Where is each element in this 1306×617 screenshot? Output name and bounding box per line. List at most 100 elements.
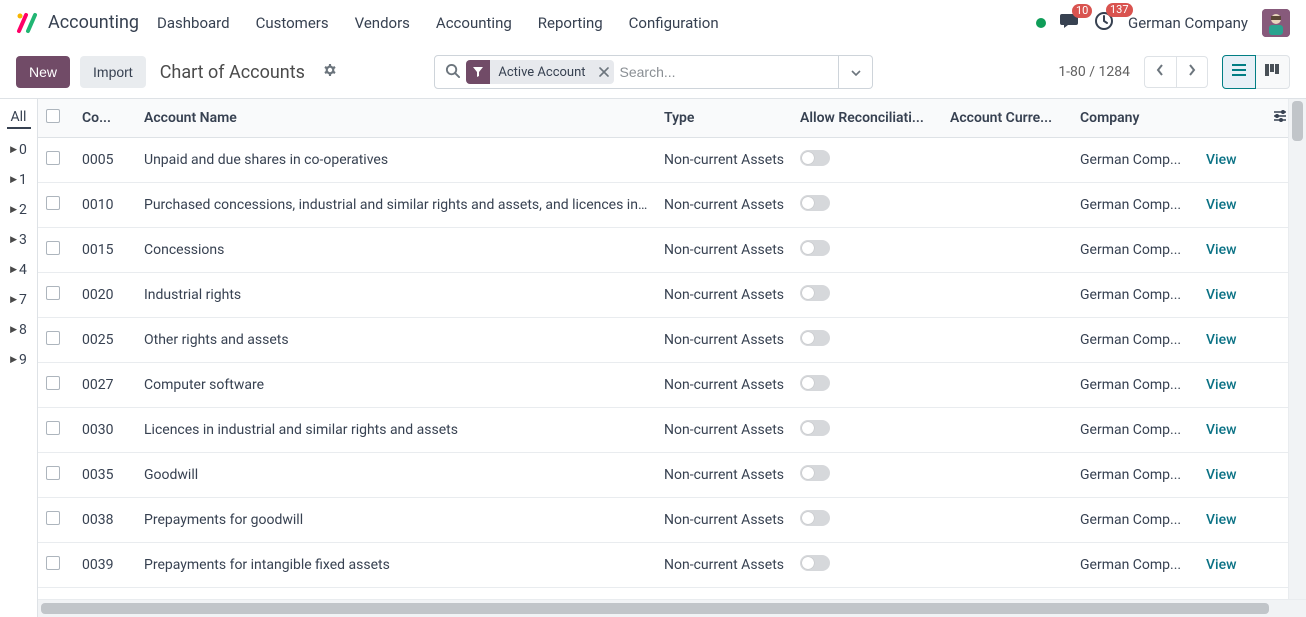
sidebar-all[interactable]: All bbox=[7, 105, 31, 129]
checkbox-icon[interactable] bbox=[46, 376, 60, 390]
reconciliation-toggle[interactable] bbox=[800, 285, 830, 301]
pager-text[interactable]: 1-80 / 1284 bbox=[1058, 64, 1130, 80]
reconciliation-toggle[interactable] bbox=[800, 195, 830, 211]
vertical-scrollbar[interactable] bbox=[1288, 99, 1306, 599]
row-checkbox[interactable] bbox=[38, 588, 74, 600]
activities-button[interactable]: 137 bbox=[1094, 11, 1114, 35]
view-link[interactable]: View bbox=[1206, 422, 1237, 438]
checkbox-icon[interactable] bbox=[46, 151, 60, 165]
reconciliation-toggle[interactable] bbox=[800, 465, 830, 481]
list-view-button[interactable] bbox=[1222, 55, 1256, 89]
row-checkbox[interactable] bbox=[38, 498, 74, 543]
cell-spacer bbox=[1264, 408, 1288, 453]
sidebar-prefix-1[interactable]: ▶1 bbox=[10, 165, 27, 195]
user-avatar[interactable] bbox=[1262, 9, 1290, 37]
checkbox-icon[interactable] bbox=[46, 196, 60, 210]
sidebar-prefix-8[interactable]: ▶8 bbox=[10, 315, 27, 345]
brand[interactable]: Accounting bbox=[16, 12, 139, 34]
company-switcher[interactable]: German Company bbox=[1128, 14, 1248, 32]
view-link[interactable]: View bbox=[1206, 332, 1237, 348]
row-checkbox[interactable] bbox=[38, 183, 74, 228]
search-options-dropdown[interactable] bbox=[839, 55, 873, 89]
cell-code: 0020 bbox=[74, 273, 136, 318]
table-row[interactable]: 0025Other rights and assetsNon-current A… bbox=[38, 318, 1288, 363]
facet-remove-icon[interactable] bbox=[594, 60, 614, 84]
view-link[interactable]: View bbox=[1206, 512, 1237, 528]
row-checkbox[interactable] bbox=[38, 543, 74, 588]
checkbox-icon[interactable] bbox=[46, 286, 60, 300]
header-reconciliation[interactable]: Allow Reconciliati... bbox=[792, 99, 942, 138]
kanban-view-button[interactable] bbox=[1256, 55, 1290, 89]
menu-reporting[interactable]: Reporting bbox=[538, 14, 603, 32]
cell-code: 0040 bbox=[74, 588, 136, 600]
search-input[interactable] bbox=[620, 57, 833, 87]
messages-button[interactable]: 10 bbox=[1060, 12, 1080, 34]
menu-accounting[interactable]: Accounting bbox=[436, 14, 512, 32]
sidebar-prefix-0[interactable]: ▶0 bbox=[10, 135, 27, 165]
row-checkbox[interactable] bbox=[38, 138, 74, 183]
checkbox-icon[interactable] bbox=[46, 109, 60, 123]
sidebar-prefix-4[interactable]: ▶4 bbox=[10, 255, 27, 285]
checkbox-icon[interactable] bbox=[46, 331, 60, 345]
menu-vendors[interactable]: Vendors bbox=[355, 14, 410, 32]
sidebar-prefix-2[interactable]: ▶2 bbox=[10, 195, 27, 225]
view-link[interactable]: View bbox=[1206, 467, 1237, 483]
pager-next-button[interactable] bbox=[1176, 56, 1208, 88]
row-checkbox[interactable] bbox=[38, 453, 74, 498]
header-checkbox[interactable] bbox=[38, 99, 74, 138]
view-link[interactable]: View bbox=[1206, 287, 1237, 303]
checkbox-icon[interactable] bbox=[46, 556, 60, 570]
row-checkbox[interactable] bbox=[38, 363, 74, 408]
sidebar-prefix-7[interactable]: ▶7 bbox=[10, 285, 27, 315]
view-link[interactable]: View bbox=[1206, 557, 1237, 573]
table-row[interactable]: 0010Purchased concessions, industrial an… bbox=[38, 183, 1288, 228]
reconciliation-toggle[interactable] bbox=[800, 420, 830, 436]
row-checkbox[interactable] bbox=[38, 408, 74, 453]
checkbox-icon[interactable] bbox=[46, 511, 60, 525]
header-column-settings[interactable] bbox=[1264, 99, 1288, 138]
pager-prev-button[interactable] bbox=[1144, 56, 1176, 88]
header-code[interactable]: Co... bbox=[74, 99, 136, 138]
table-row[interactable]: 0030Licences in industrial and similar r… bbox=[38, 408, 1288, 453]
reconciliation-toggle[interactable] bbox=[800, 330, 830, 346]
header-currency[interactable]: Account Curre... bbox=[942, 99, 1072, 138]
cell-spacer bbox=[1264, 138, 1288, 183]
import-button[interactable]: Import bbox=[80, 56, 146, 88]
checkbox-icon[interactable] bbox=[46, 241, 60, 255]
view-link[interactable]: View bbox=[1206, 242, 1237, 258]
menu-customers[interactable]: Customers bbox=[256, 14, 329, 32]
sidebar-prefix-9[interactable]: ▶9 bbox=[10, 345, 27, 375]
table-row[interactable]: 0015ConcessionsNon-current AssetsGerman … bbox=[38, 228, 1288, 273]
row-checkbox[interactable] bbox=[38, 318, 74, 363]
table-row[interactable]: 0040Merger surplusNon-current AssetsGerm… bbox=[38, 588, 1288, 600]
search-box[interactable]: Active Account bbox=[434, 55, 839, 89]
view-link[interactable]: View bbox=[1206, 377, 1237, 393]
reconciliation-toggle[interactable] bbox=[800, 240, 830, 256]
horizontal-scrollbar[interactable] bbox=[38, 599, 1306, 617]
reconciliation-toggle[interactable] bbox=[800, 510, 830, 526]
new-button[interactable]: New bbox=[16, 56, 70, 88]
row-checkbox[interactable] bbox=[38, 228, 74, 273]
status-indicator-icon[interactable] bbox=[1036, 18, 1046, 28]
table-row[interactable]: 0039Prepayments for intangible fixed ass… bbox=[38, 543, 1288, 588]
reconciliation-toggle[interactable] bbox=[800, 375, 830, 391]
table-row[interactable]: 0020Industrial rightsNon-current AssetsG… bbox=[38, 273, 1288, 318]
table-row[interactable]: 0005Unpaid and due shares in co-operativ… bbox=[38, 138, 1288, 183]
menu-dashboard[interactable]: Dashboard bbox=[157, 14, 230, 32]
row-checkbox[interactable] bbox=[38, 273, 74, 318]
view-link[interactable]: View bbox=[1206, 197, 1237, 213]
header-company[interactable]: Company bbox=[1072, 99, 1198, 138]
reconciliation-toggle[interactable] bbox=[800, 555, 830, 571]
table-row[interactable]: 0027Computer softwareNon-current AssetsG… bbox=[38, 363, 1288, 408]
table-row[interactable]: 0038Prepayments for goodwillNon-current … bbox=[38, 498, 1288, 543]
table-row[interactable]: 0035GoodwillNon-current AssetsGerman Com… bbox=[38, 453, 1288, 498]
checkbox-icon[interactable] bbox=[46, 421, 60, 435]
header-type[interactable]: Type bbox=[656, 99, 792, 138]
reconciliation-toggle[interactable] bbox=[800, 150, 830, 166]
checkbox-icon[interactable] bbox=[46, 466, 60, 480]
menu-configuration[interactable]: Configuration bbox=[629, 14, 719, 32]
gear-icon[interactable] bbox=[321, 62, 337, 82]
sidebar-prefix-3[interactable]: ▶3 bbox=[10, 225, 27, 255]
view-link[interactable]: View bbox=[1206, 152, 1237, 168]
header-name[interactable]: Account Name bbox=[136, 99, 656, 138]
